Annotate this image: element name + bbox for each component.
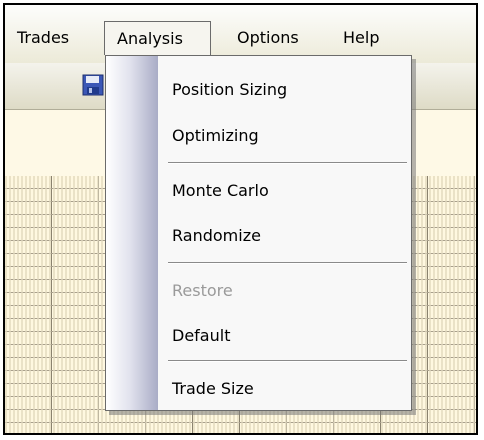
menu-item-restore: Restore xyxy=(172,281,233,300)
menu-item-monte-carlo[interactable]: Monte Carlo xyxy=(172,174,269,208)
menu-item-randomize[interactable]: Randomize xyxy=(172,219,261,253)
menu-item-position-sizing[interactable]: Position Sizing xyxy=(172,73,287,107)
app-window: Trades Analysis Options Help Position Si xyxy=(3,3,478,435)
menu-item-optimizing[interactable]: Optimizing xyxy=(172,119,259,153)
menu-item-trade-size[interactable]: Trade Size xyxy=(172,372,254,406)
menu-separator xyxy=(168,162,407,164)
menu-options[interactable]: Options xyxy=(225,21,311,55)
menu-gutter xyxy=(106,56,158,410)
save-icon[interactable] xyxy=(81,73,105,97)
analysis-dropdown-menu: Position Sizing Optimizing Monte Carlo R… xyxy=(105,55,412,411)
menu-item-default[interactable]: Default xyxy=(172,319,230,353)
menu-trades[interactable]: Trades xyxy=(5,21,81,55)
menu-analysis[interactable]: Analysis xyxy=(104,21,211,55)
menu-separator xyxy=(168,262,407,264)
menu-separator xyxy=(168,360,407,362)
menu-help[interactable]: Help xyxy=(331,21,391,55)
